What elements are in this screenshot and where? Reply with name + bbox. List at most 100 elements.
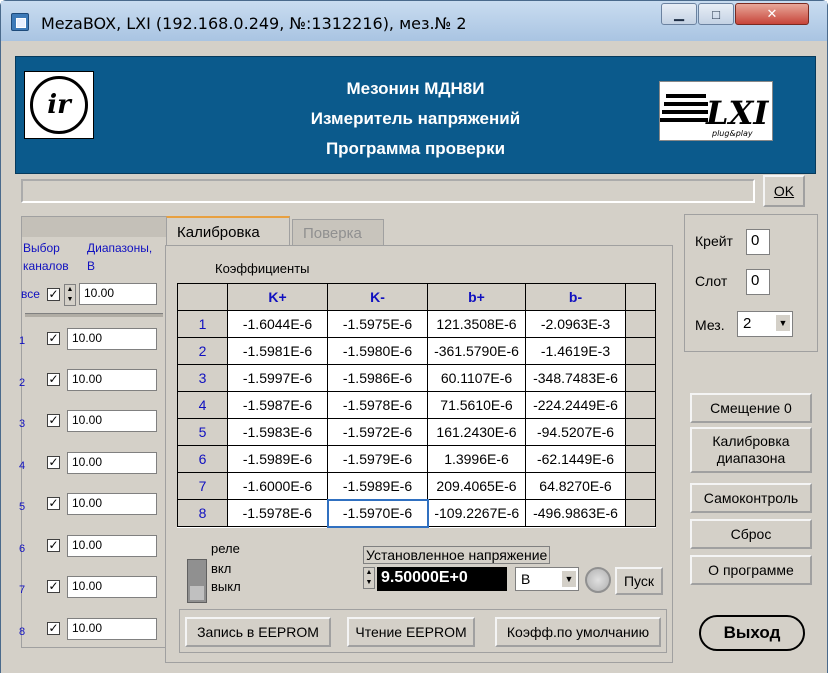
- channel-8-checkbox[interactable]: ✓: [47, 622, 60, 635]
- default-coefficients-button[interactable]: Коэфф.по умолчанию: [495, 617, 661, 647]
- channel-5-checkbox[interactable]: ✓: [47, 497, 60, 510]
- relay-switch[interactable]: [187, 559, 207, 603]
- channel-8-number: 8: [19, 626, 26, 638]
- app-window: MezaBOX, LXI (192.168.0.249, №:1312216),…: [0, 0, 828, 673]
- table-row: 6 -1.5989E-6 -1.5979E-6 1.3996E-6 -62.14…: [177, 445, 656, 473]
- channel-2-checkbox[interactable]: ✓: [47, 373, 60, 386]
- cell-b-minus[interactable]: -224.2449E-6: [525, 391, 626, 419]
- slot-label: Слот: [695, 273, 728, 289]
- channel-4-range-input[interactable]: 10.00: [67, 452, 157, 474]
- channel-6-range-input[interactable]: 10.00: [67, 535, 157, 557]
- lxi-logo-graphic: LXI plug&play: [660, 94, 769, 138]
- crate-label: Крейт: [695, 233, 733, 249]
- column-header-b-plus: b+: [427, 283, 526, 311]
- status-led-icon: [585, 567, 611, 593]
- channel-7-range-input[interactable]: 10.00: [67, 576, 157, 598]
- coefficients-table: K+ K- b+ b- 1 -1.6044E-6 -1.5975E-6 121.…: [177, 283, 656, 528]
- cell-k-plus[interactable]: -1.5978E-6: [227, 499, 328, 527]
- column-header-k-plus: K+: [227, 283, 328, 311]
- all-channels-checkbox[interactable]: ✓: [47, 288, 60, 301]
- cell-b-plus[interactable]: 60.1107E-6: [427, 364, 526, 392]
- offset-zero-button[interactable]: Смещение 0: [690, 393, 812, 423]
- column-header-k-minus: K-: [327, 283, 428, 311]
- reset-button[interactable]: Сброс: [690, 519, 812, 549]
- cell-b-plus[interactable]: -361.5790E-6: [427, 337, 526, 365]
- cell-b-minus[interactable]: -496.9863E-6: [525, 499, 626, 527]
- channel-2-range-input[interactable]: 10.00: [67, 369, 157, 391]
- cell-b-minus[interactable]: -94.5207E-6: [525, 418, 626, 446]
- voltage-input[interactable]: 9.50000E+0: [377, 567, 507, 591]
- cell-k-plus[interactable]: -1.6044E-6: [227, 310, 328, 338]
- cell-k-minus[interactable]: -1.5989E-6: [327, 472, 428, 500]
- write-eeprom-button[interactable]: Запись в EEPROM: [185, 617, 331, 647]
- cell-k-minus[interactable]: -1.5978E-6: [327, 391, 428, 419]
- cell-b-minus[interactable]: -2.0963E-3: [525, 310, 626, 338]
- coefficients-label: Коэффициенты: [215, 261, 310, 276]
- cell-k-minus[interactable]: -1.5986E-6: [327, 364, 428, 392]
- tab-calibration[interactable]: Калибровка: [166, 216, 290, 246]
- mezzanine-select[interactable]: 2 ▼: [737, 311, 793, 337]
- exit-button[interactable]: Выход: [699, 615, 805, 651]
- ranges-label-2: В: [87, 259, 96, 273]
- channel-1-checkbox[interactable]: ✓: [47, 332, 60, 345]
- row-number: 7: [177, 472, 228, 500]
- all-channels-label: все: [21, 287, 40, 301]
- close-button[interactable]: ✕: [735, 3, 809, 25]
- self-test-button[interactable]: Самоконтроль: [690, 483, 812, 513]
- channel-4-checkbox[interactable]: ✓: [47, 456, 60, 469]
- cell-b-plus[interactable]: 121.3508E-6: [427, 310, 526, 338]
- cell-k-minus[interactable]: -1.5975E-6: [327, 310, 428, 338]
- minimize-button[interactable]: ▁: [661, 3, 697, 25]
- cell-k-plus[interactable]: -1.5989E-6: [227, 445, 328, 473]
- channel-7-checkbox[interactable]: ✓: [47, 580, 60, 593]
- unit-select-value: В: [521, 571, 531, 587]
- slot-input[interactable]: 0: [746, 269, 770, 295]
- cell-k-plus[interactable]: -1.5987E-6: [227, 391, 328, 419]
- table-row: 1 -1.6044E-6 -1.5975E-6 121.3508E-6 -2.0…: [177, 310, 656, 338]
- cell-b-plus[interactable]: 1.3996E-6: [427, 445, 526, 473]
- cell-k-plus[interactable]: -1.6000E-6: [227, 472, 328, 500]
- channel-6-number: 6: [19, 543, 26, 555]
- table-row: 4 -1.5987E-6 -1.5978E-6 71.5610E-6 -224.…: [177, 391, 656, 419]
- about-button[interactable]: О программе: [690, 555, 812, 585]
- cell-b-minus[interactable]: -62.1449E-6: [525, 445, 626, 473]
- chevron-down-icon: ▼: [776, 315, 790, 331]
- app-icon: [11, 13, 29, 31]
- start-button[interactable]: Пуск: [615, 567, 663, 595]
- cell-k-plus[interactable]: -1.5981E-6: [227, 337, 328, 365]
- cell-k-plus[interactable]: -1.5983E-6: [227, 418, 328, 446]
- ok-button[interactable]: OK: [763, 175, 805, 207]
- row-number: 3: [177, 364, 228, 392]
- tab-verification[interactable]: Поверка: [292, 219, 384, 246]
- title-bar[interactable]: MezaBOX, LXI (192.168.0.249, №:1312216),…: [1, 1, 827, 41]
- unit-select[interactable]: В ▼: [515, 567, 579, 591]
- read-eeprom-button[interactable]: Чтение EEPROM: [347, 617, 475, 647]
- cell-b-plus[interactable]: 209.4065E-6: [427, 472, 526, 500]
- table-row: 2 -1.5981E-6 -1.5980E-6 -361.5790E-6 -1.…: [177, 337, 656, 365]
- all-range-input[interactable]: 10.00: [79, 283, 157, 305]
- channel-5-range-input[interactable]: 10.00: [67, 493, 157, 515]
- cell-k-plus[interactable]: -1.5997E-6: [227, 364, 328, 392]
- cell-k-minus[interactable]: -1.5979E-6: [327, 445, 428, 473]
- range-calibration-button[interactable]: Калибровка диапазона: [690, 427, 812, 473]
- ranges-label-1: Диапазоны,: [87, 241, 153, 255]
- cell-k-minus[interactable]: -1.5980E-6: [327, 337, 428, 365]
- cell-k-minus[interactable]: -1.5972E-6: [327, 418, 428, 446]
- channel-1-range-input[interactable]: 10.00: [67, 328, 157, 350]
- cell-b-minus[interactable]: -348.7483E-6: [525, 364, 626, 392]
- cell-b-plus[interactable]: -109.2267E-6: [427, 499, 526, 527]
- cell-b-plus[interactable]: 161.2430E-6: [427, 418, 526, 446]
- cell-k-minus[interactable]: -1.5970E-6: [326, 498, 429, 528]
- channel-3-checkbox[interactable]: ✓: [47, 414, 60, 427]
- all-range-spinner[interactable]: ▲ ▼: [64, 284, 76, 306]
- cell-b-plus[interactable]: 71.5610E-6: [427, 391, 526, 419]
- channel-8-range-input[interactable]: 10.00: [67, 618, 157, 640]
- cell-b-minus[interactable]: -1.4619E-3: [525, 337, 626, 365]
- channel-3-range-input[interactable]: 10.00: [67, 410, 157, 432]
- channel-6-checkbox[interactable]: ✓: [47, 539, 60, 552]
- window-title: MezaBOX, LXI (192.168.0.249, №:1312216),…: [41, 14, 467, 33]
- maximize-button[interactable]: □: [698, 3, 734, 25]
- cell-b-minus[interactable]: 64.8270E-6: [525, 472, 626, 500]
- crate-input[interactable]: 0: [746, 229, 770, 255]
- voltage-spinner[interactable]: ▲ ▼: [363, 567, 375, 589]
